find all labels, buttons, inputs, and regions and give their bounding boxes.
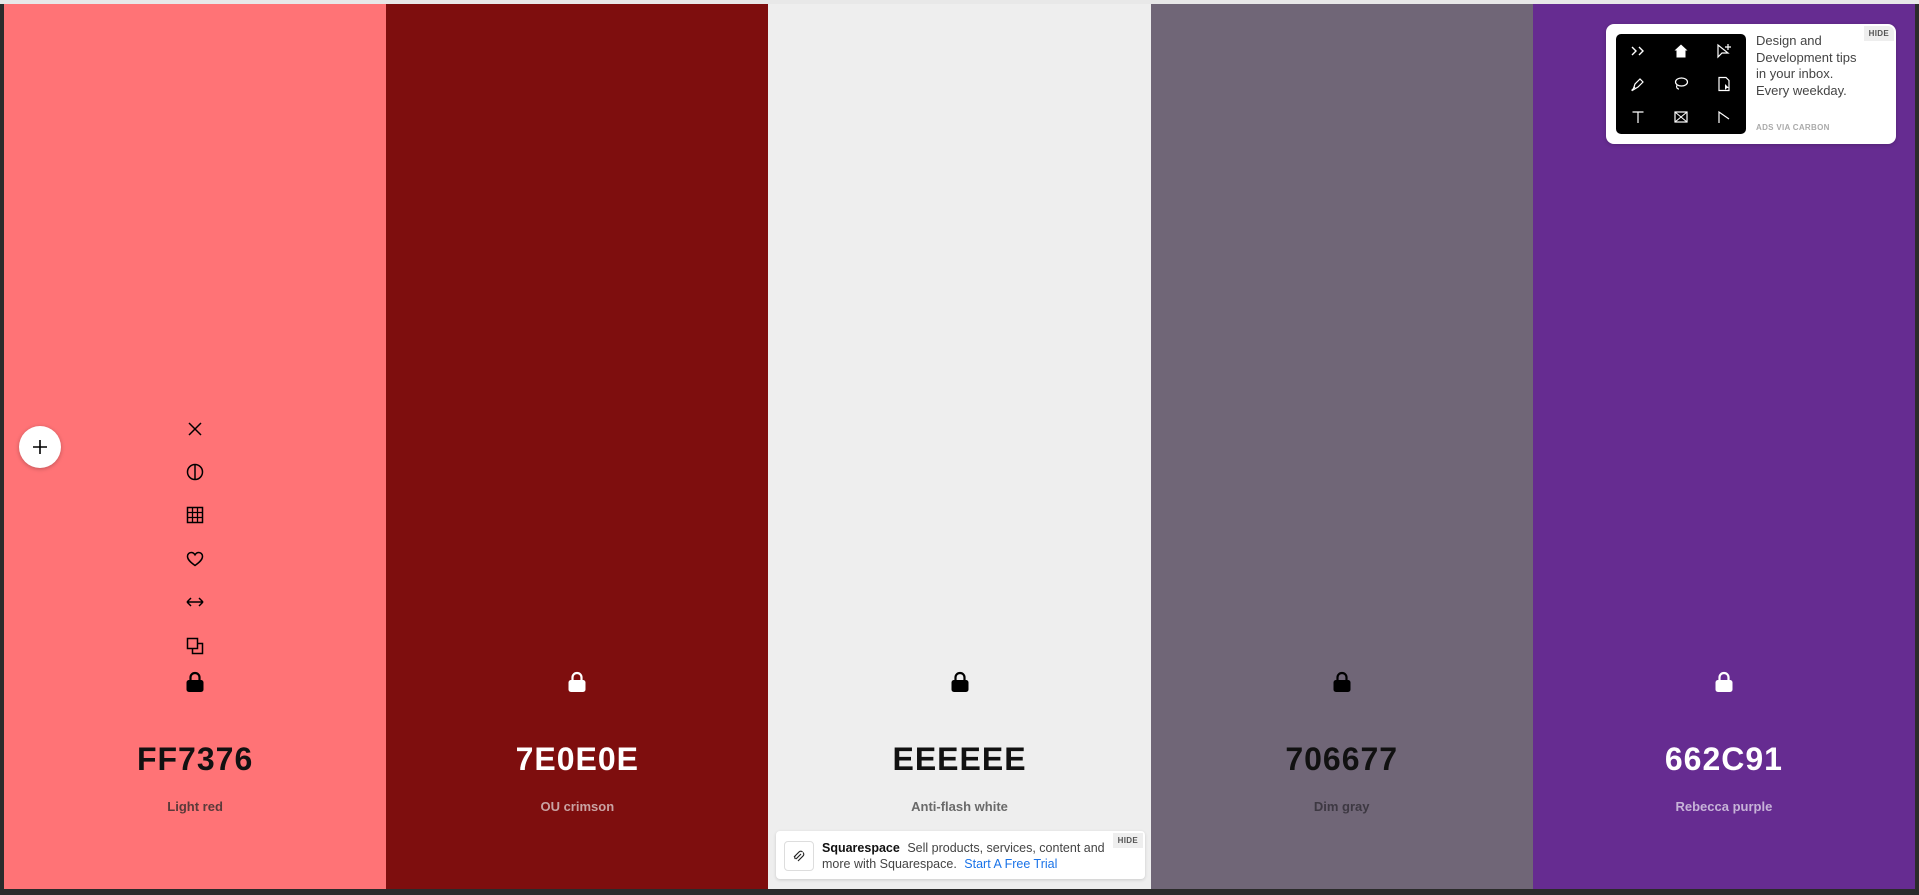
lock-icon [951,671,968,692]
close-icon [188,422,202,436]
shades-grid-icon [186,507,204,524]
shades-grid-button[interactable] [177,494,213,537]
text-tool-icon [1632,111,1644,124]
lock-icon [1333,671,1351,692]
hide-ad-button[interactable]: HIDE [1863,26,1894,41]
color-name: Anti-flash white [911,799,1008,814]
double-chevron-icon [1631,46,1644,56]
copy-icon [186,637,204,654]
hex-code[interactable]: 706677 [1151,741,1533,778]
ad-image[interactable] [1616,34,1746,134]
squarespace-ad[interactable]: Squarespace Sell products, services, con… [776,831,1145,879]
color-name: Rebecca purple [1675,799,1773,814]
swatch-3[interactable]: EEEEEE Anti-flash white [768,4,1151,889]
add-color-button[interactable] [19,426,61,468]
pen-tool-icon [1630,78,1644,92]
swatch-toolbar [177,407,213,667]
hex-code[interactable]: FF7376 [4,741,386,778]
lasso-icon [1674,77,1689,90]
drag-color-button[interactable] [177,581,213,624]
hex-code[interactable]: 7E0E0E [386,741,768,778]
ad-brand: Squarespace [822,841,900,855]
view-shades-button[interactable] [177,450,213,493]
lock-button[interactable] [182,669,208,695]
lock-icon [1715,671,1733,692]
lock-button[interactable] [1329,669,1355,695]
color-name: OU crimson [540,799,615,814]
drag-arrows-icon [186,597,204,607]
lock-icon [186,671,204,692]
swatch-2[interactable]: 7E0E0E OU crimson [386,4,769,889]
swatch-4[interactable]: 706677 Dim gray [1150,4,1533,889]
lock-button[interactable] [1711,669,1737,695]
squarespace-glyph [793,850,805,862]
hex-code[interactable]: EEEEEE [768,741,1150,778]
contrast-icon [186,463,204,481]
lock-button[interactable] [947,669,973,695]
lock-button[interactable] [564,669,590,695]
save-color-button[interactable] [177,537,213,580]
home-icon [1674,44,1688,58]
angle-tool-icon [1718,111,1730,124]
ad-text[interactable]: Squarespace Sell products, services, con… [822,840,1122,872]
copy-hex-button[interactable] [177,624,213,667]
heart-icon [186,551,204,567]
color-name: Dim gray [1313,799,1370,814]
frame-tool-icon [1674,111,1688,123]
ad-text[interactable]: Design and Development tips in your inbo… [1756,33,1868,99]
swatch-1[interactable]: FF7376 Light red [4,4,387,889]
cursor-plus-icon [1717,43,1732,59]
hex-code[interactable]: 662C91 [1533,741,1915,778]
hide-ad-button[interactable]: HIDE [1112,833,1143,848]
remove-color-button[interactable] [177,407,213,450]
file-cursor-icon [1718,76,1730,92]
lock-icon [568,671,586,692]
color-name: Light red [167,799,223,814]
carbon-ad[interactable]: Design and Development tips in your inbo… [1606,24,1896,144]
squarespace-logo-icon [784,841,814,871]
ad-cta-link[interactable]: Start A Free Trial [964,857,1057,871]
ad-attribution[interactable]: ADS VIA CARBON [1756,123,1830,132]
plus-icon [33,440,47,454]
